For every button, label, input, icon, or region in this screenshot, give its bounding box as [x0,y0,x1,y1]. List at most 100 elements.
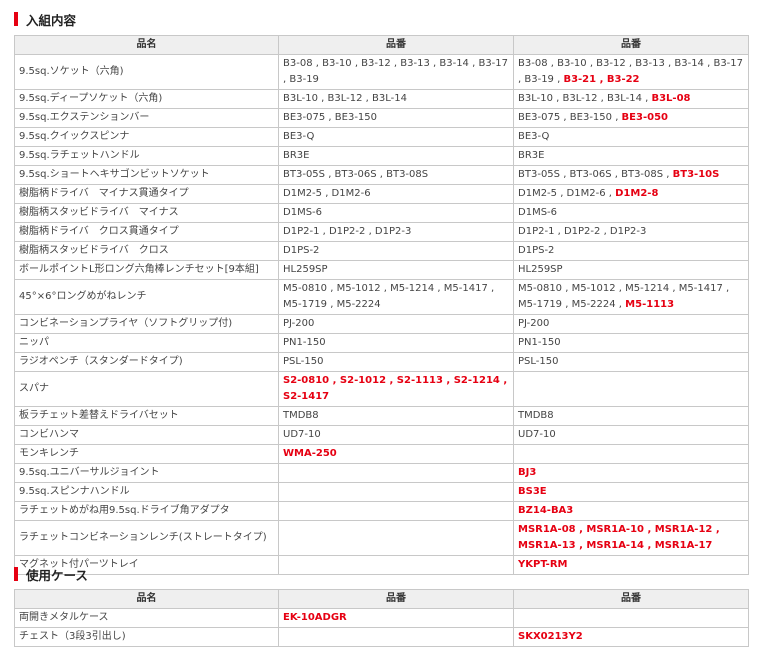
part-number: BE3-Q [518,131,550,142]
part-number: BE3-075 , BE3-150 [283,112,378,123]
part-number-cell: PSL-150 [513,352,749,372]
product-name-cell: 9.5sq.ショートヘキサゴンビットソケット [14,165,279,185]
part-number-cell: EK-10ADGR [278,608,514,628]
part-number: PJ-200 [518,318,550,329]
table-row: 両開きメタルケース EK-10ADGR [14,608,749,628]
part-number-cell: PN1-150 [513,333,749,353]
product-name-cell: 樹脂柄スタッビドライバ クロス [14,241,279,261]
contents-table: 品名 品番 品番 9.5sq.ソケット（六角) B3-08 , B3-10 , B… [14,35,749,575]
table-row: 9.5sq.エクステンションバー BE3-075 , BE3-150 BE3-075… [14,108,749,128]
part-number: TMDB8 [518,410,554,421]
header-product-name: 品名 [14,589,279,609]
part-number-cell: TMDB8 [278,406,514,426]
table-row: コンビハンマ UD7-10 UD7-10 [14,425,749,445]
new-part-number: BJ3 [518,467,537,478]
table-row: 樹脂柄ドライバ マイナス貫通タイプ D1M2-5 , D1M2-6 D1M2-5 ,… [14,184,749,204]
part-number: BR3E [518,150,545,161]
part-number: BE3-075 , BE3-150 , [518,112,622,123]
new-part-number: D1M2-8 [615,188,659,199]
table-row: 板ラチェット差替えドライバセット TMDB8 TMDB8 [14,406,749,426]
part-number: HL259SP [518,264,563,275]
table-row: マグネット付パーツトレイ YKPT-RM [14,555,749,575]
product-name-cell: ラチェットめがね用9.5sq.ドライブ角アダプタ [14,501,279,521]
part-number: D1M2-5 , D1M2-6 , [518,188,616,199]
product-name-cell: 9.5sq.スピンナハンドル [14,482,279,502]
table-row: コンビネーションプライヤ（ソフトグリップ付) PJ-200 PJ-200 [14,314,749,334]
table-row: 樹脂柄ドライバ クロス貫通タイプ D1P2-1 , D1P2-2 , D1P2-3… [14,222,749,242]
new-part-number: BE3-050 [621,112,668,123]
part-number: PSL-150 [518,356,559,367]
section-title-text: 入組内容 [26,12,77,28]
table-row: ラジオペンチ（スタンダードタイプ) PSL-150 PSL-150 [14,352,749,372]
part-number: PSL-150 [283,356,324,367]
product-name-cell: チェスト（3段3引出し) [14,627,279,647]
header-product-name: 品名 [14,35,279,55]
part-number: UD7-10 [518,429,556,440]
new-part-number: MSR1A-08 , MSR1A-10 , MSR1A-12 , MSR1A-1… [518,524,720,551]
part-number: B3-08 , B3-10 , B3-12 , B3-13 , B3-14 , … [283,58,509,85]
part-number: PN1-150 [518,337,561,348]
table-row: 45°×6°ロングめがねレンチ M5-0810 , M5-1012 , M5-12… [14,279,749,315]
new-part-number: EK-10ADGR [283,612,347,623]
part-number-cell [278,463,514,483]
section-title-text: 使用ケース [26,567,88,583]
part-number-cell: D1PS-2 [513,241,749,261]
part-number: B3L-10 , B3L-12 , B3L-14 , [518,93,652,104]
part-number-cell: D1M2-5 , D1M2-6 [278,184,514,204]
product-name-cell: ニッパ [14,333,279,353]
part-number: B3L-10 , B3L-12 , B3L-14 [283,93,407,104]
part-number-cell [278,627,514,647]
part-number-cell: MSR1A-08 , MSR1A-10 , MSR1A-12 , MSR1A-1… [513,520,749,556]
part-number: D1P2-1 , D1P2-2 , D1P2-3 [283,226,412,237]
new-part-number: B3-21 , B3-22 [563,74,640,85]
product-name-cell: スパナ [14,371,279,407]
part-number-cell: BE3-075 , BE3-150 , BE3-050 [513,108,749,128]
section-title-case: 使用ケース [14,565,88,583]
part-number-cell: B3-08 , B3-10 , B3-12 , B3-13 , B3-14 , … [513,54,749,90]
product-name-cell: 9.5sq.ラチェットハンドル [14,146,279,166]
table-header-row: 品名 品番 品番 [14,589,749,609]
part-number-cell: M5-0810 , M5-1012 , M5-1214 , M5-1417 , … [278,279,514,315]
section-title-contents: 入組内容 [14,10,76,28]
table-row: 9.5sq.クイックスピンナ BE3-Q BE3-Q [14,127,749,147]
part-number-cell: PJ-200 [278,314,514,334]
new-part-number: S2-0810 , S2-1012 , S2-1113 , S2-1214 , … [283,375,508,402]
header-part-number: 品番 [513,589,749,609]
part-number-cell: HL259SP [513,260,749,280]
part-number-cell: UD7-10 [513,425,749,445]
product-name-cell: 45°×6°ロングめがねレンチ [14,279,279,315]
part-number-cell: BE3-Q [513,127,749,147]
part-number-cell: HL259SP [278,260,514,280]
product-name-cell: コンビネーションプライヤ（ソフトグリップ付) [14,314,279,334]
page: 入組内容 品名 品番 品番 9.5sq.ソケット（六角) B3-08 , B3-1… [0,0,762,659]
part-number-cell: D1P2-1 , D1P2-2 , D1P2-3 [513,222,749,242]
part-number-cell: BJ3 [513,463,749,483]
part-number: M5-0810 , M5-1012 , M5-1214 , M5-1417 , … [283,283,495,310]
part-number-cell: UD7-10 [278,425,514,445]
table-row: ニッパ PN1-150 PN1-150 [14,333,749,353]
table-row: 9.5sq.ラチェットハンドル BR3E BR3E [14,146,749,166]
part-number-cell [513,444,749,464]
product-name-cell: 樹脂柄ドライバ マイナス貫通タイプ [14,184,279,204]
table-row: ラチェットめがね用9.5sq.ドライブ角アダプタ BZ14-BA3 [14,501,749,521]
part-number: D1P2-1 , D1P2-2 , D1P2-3 [518,226,647,237]
new-part-number: M5-1113 [625,299,675,310]
table-header-row: 品名 品番 品番 [14,35,749,55]
part-number-cell: D1P2-1 , D1P2-2 , D1P2-3 [278,222,514,242]
title-accent-bar [14,12,18,26]
product-name-cell: コンビハンマ [14,425,279,445]
part-number-cell: BR3E [513,146,749,166]
table-row: 樹脂柄スタッビドライバ クロス D1PS-2 D1PS-2 [14,241,749,261]
part-number: M5-0810 , M5-1012 , M5-1214 , M5-1417 , … [518,283,730,310]
part-number-cell: SKX0213Y2 [513,627,749,647]
product-name-cell: 樹脂柄スタッビドライバ マイナス [14,203,279,223]
part-number-cell: BZ14-BA3 [513,501,749,521]
title-accent-bar [14,567,18,581]
table-row: 樹脂柄スタッビドライバ マイナス D1MS-6 D1MS-6 [14,203,749,223]
part-number-cell: D1MS-6 [513,203,749,223]
part-number-cell: D1PS-2 [278,241,514,261]
part-number-cell: B3-08 , B3-10 , B3-12 , B3-13 , B3-14 , … [278,54,514,90]
new-part-number: BZ14-BA3 [518,505,574,516]
product-name-cell: 9.5sq.クイックスピンナ [14,127,279,147]
table-row: チェスト（3段3引出し) SKX0213Y2 [14,627,749,647]
